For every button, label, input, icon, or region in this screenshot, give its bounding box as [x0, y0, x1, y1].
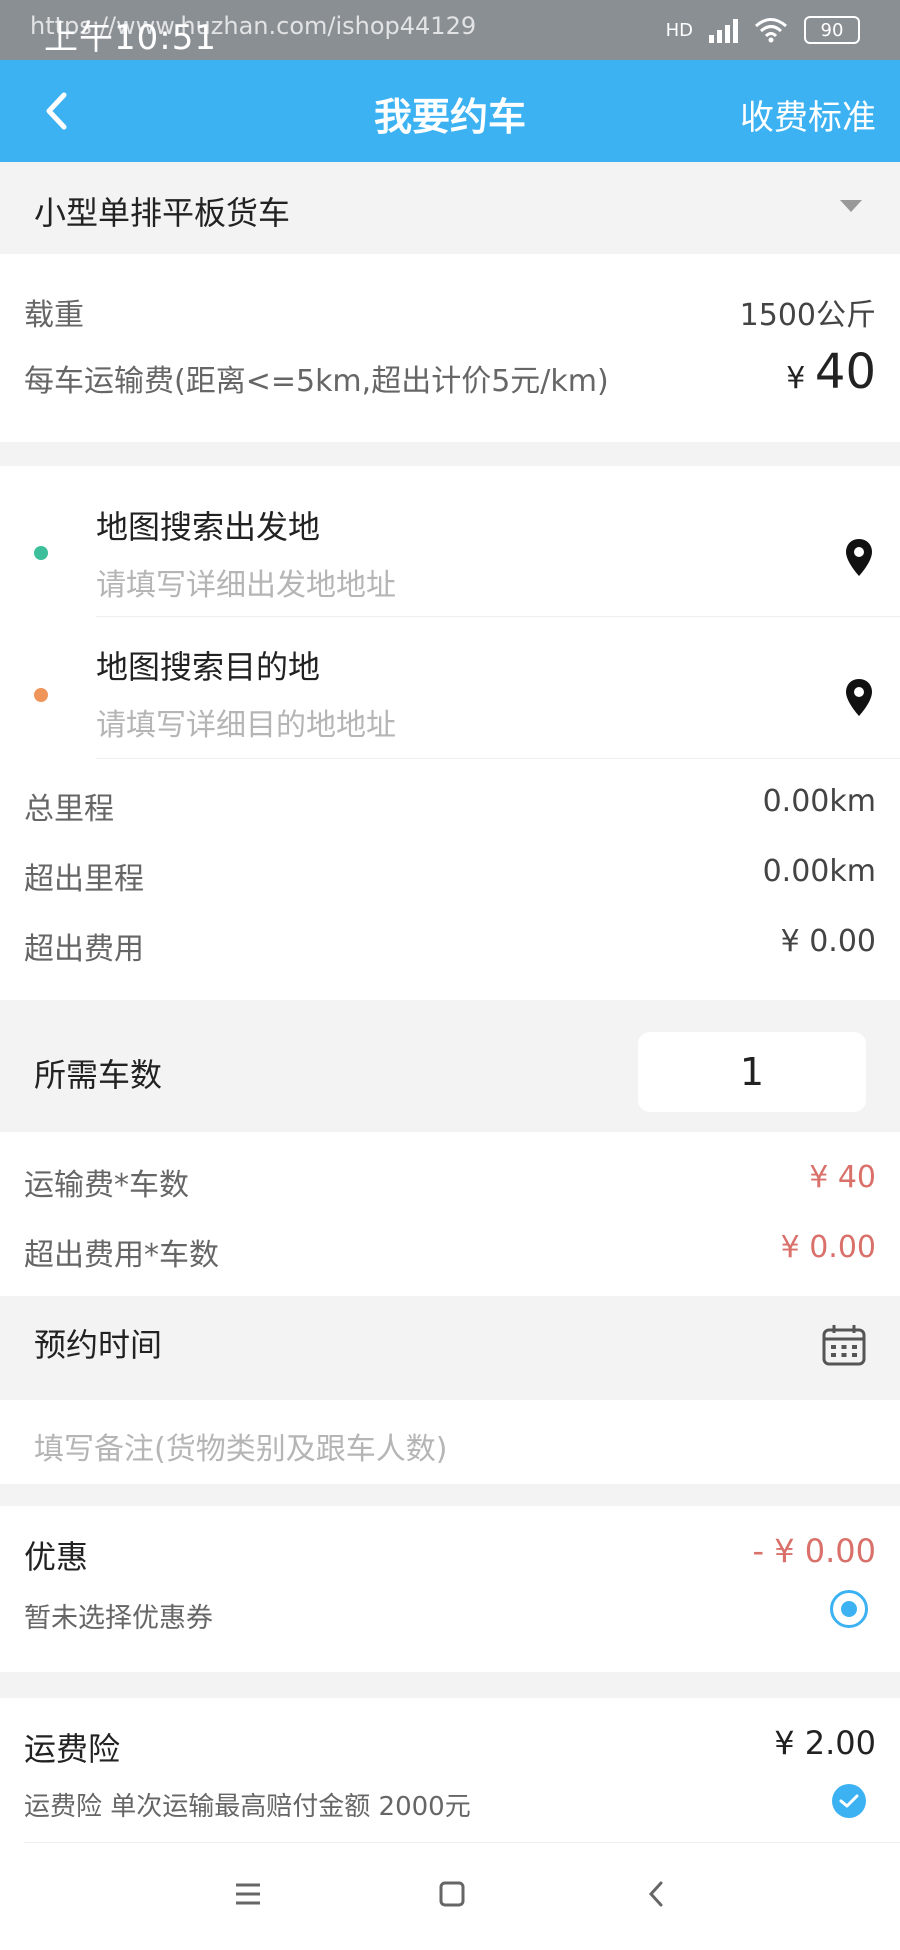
back-nav-icon[interactable] [636, 1874, 676, 1914]
insurance-subtitle: 运费险 单次运输最高赔付金额 2000元 [24, 1792, 471, 1822]
note-input[interactable]: 填写备注(货物类别及跟车人数) [0, 1400, 900, 1484]
fee-standard-link[interactable]: 收费标准 [740, 90, 876, 139]
fee-price: ¥ 40 [786, 344, 876, 400]
insurance-section[interactable]: 运费险 ¥ 2.00 运费险 单次运输最高赔付金额 2000元 [0, 1698, 900, 1844]
end-dot [34, 688, 48, 702]
menu-icon[interactable] [228, 1874, 268, 1914]
menu-glyph [236, 1883, 260, 1905]
navigation-bar: 我要约车 收费标准 [0, 60, 900, 162]
coupon-section[interactable]: 优惠 - ¥ 0.00 暂未选择优惠券 [0, 1506, 900, 1672]
insurance-checkbox[interactable] [832, 1784, 866, 1818]
end-title: 地图搜索目的地 [96, 648, 321, 686]
over-times-cars-value: ¥ 0.00 [780, 1230, 876, 1265]
totals-section: 运输费*车数 ¥ 40 超出费用*车数 ¥ 0.00 [0, 1132, 900, 1296]
fee-amount: 40 [814, 344, 876, 400]
wifi-icon [755, 18, 787, 43]
location-pin-icon [846, 539, 872, 576]
route-divider [96, 616, 900, 617]
watermark: https://www.huzhan.com/ishop44129 [30, 12, 477, 40]
network-type: HD [665, 19, 693, 41]
status-bar: 上午10:51 https://www.huzhan.com/ishop4412… [0, 0, 900, 60]
car-count-input[interactable]: 1 [638, 1032, 866, 1112]
load-value: 1500公斤 [739, 298, 876, 333]
total-distance-label: 总里程 [24, 792, 114, 827]
home-glyph [439, 1881, 465, 1907]
vehicle-info: 载重 1500公斤 每车运输费(距离<=5km,超出计价5元/km) ¥ 40 [0, 254, 900, 442]
booking-time-label: 预约时间 [34, 1326, 163, 1364]
vehicle-type-value: 小型单排平板货车 [34, 194, 291, 232]
battery-level: 90 [820, 19, 844, 41]
over-times-cars-label: 超出费用*车数 [24, 1238, 219, 1273]
system-navigation-bar [0, 1844, 900, 1950]
coupon-value: - ¥ 0.00 [752, 1532, 877, 1570]
signal-icon [709, 17, 738, 43]
start-title: 地图搜索出发地 [96, 508, 321, 546]
battery-icon: 90 [804, 16, 860, 44]
load-label: 载重 [24, 298, 84, 333]
booking-time-row[interactable]: 预约时间 [0, 1296, 900, 1400]
dropdown-arrow-icon [840, 200, 862, 212]
end-placeholder: 请填写详细目的地地址 [96, 708, 396, 743]
vehicle-selector[interactable]: 小型单排平板货车 [0, 162, 900, 254]
location-pin-icon [846, 679, 872, 716]
route-divider [96, 758, 900, 759]
car-count-value: 1 [739, 1050, 765, 1094]
fee-times-cars-label: 运输费*车数 [24, 1168, 189, 1203]
car-count-label: 所需车数 [34, 1056, 163, 1094]
car-count-section: 所需车数 1 [0, 1004, 900, 1132]
coupon-subtitle: 暂未选择优惠券 [24, 1603, 213, 1634]
coupon-radio[interactable] [830, 1590, 868, 1628]
total-distance-value: 0.00km [762, 784, 876, 819]
calendar-icon [822, 1325, 866, 1366]
status-icons: HD 90 [666, 16, 860, 44]
end-location[interactable]: 地图搜索目的地 请填写详细目的地地址 [0, 618, 900, 758]
start-location[interactable]: 地图搜索出发地 请填写详细出发地地址 [0, 466, 900, 614]
route-section: 地图搜索出发地 请填写详细出发地地址 地图搜索目的地 请填写详细目的地地址 总里… [0, 466, 900, 1000]
fee-label: 每车运输费(距离<=5km,超出计价5元/km) [24, 364, 609, 399]
insurance-value: ¥ 2.00 [774, 1724, 876, 1762]
back-glyph [648, 1881, 663, 1907]
over-fee-value: ¥ 0.00 [780, 924, 876, 959]
note-placeholder: 填写备注(货物类别及跟车人数) [34, 1432, 448, 1467]
insurance-title: 运费险 [24, 1730, 121, 1768]
fee-times-cars-value: ¥ 40 [809, 1160, 876, 1195]
home-icon[interactable] [432, 1874, 472, 1914]
coupon-title: 优惠 [24, 1538, 89, 1576]
start-dot [34, 546, 48, 560]
start-placeholder: 请填写详细出发地地址 [96, 568, 396, 603]
over-distance-value: 0.00km [762, 854, 876, 889]
over-fee-label: 超出费用 [24, 932, 144, 967]
fee-currency: ¥ [786, 361, 806, 396]
checkmark-icon [839, 1794, 859, 1808]
over-distance-label: 超出里程 [24, 862, 144, 897]
insurance-divider [24, 1842, 900, 1843]
